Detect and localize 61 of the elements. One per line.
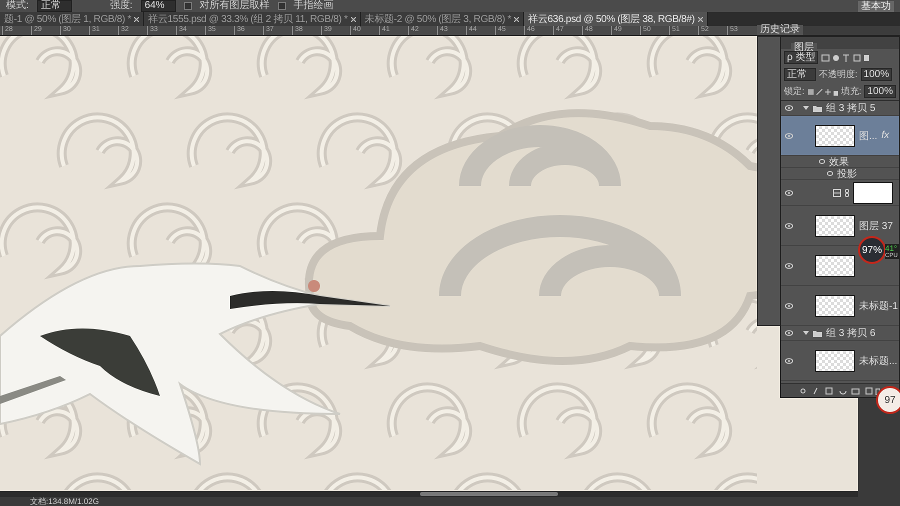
filter-dropdown[interactable]: ρ 类型 [784,51,818,64]
close-icon[interactable] [514,16,520,22]
layer-name: 图层 37 [859,220,893,232]
workspace-button[interactable]: 基本功 [858,0,894,12]
group-name: 组 3 拷贝 5 [826,102,876,115]
eye-icon[interactable] [785,105,793,111]
temperature-text: 41° [885,244,898,253]
eye-icon[interactable] [785,132,793,138]
fill-field[interactable]: 100% [864,85,896,98]
fill-label: 填充: [840,85,862,98]
checkbox[interactable] [278,2,286,10]
checkbox-label: 对所有图层取样 [200,0,270,12]
effect-name: 投影 [837,168,857,180]
layer-thumbnail [815,350,855,372]
document-size: 文档:134.8M/1.02G [30,496,99,506]
mode-dropdown[interactable]: 正常 [36,0,72,12]
opacity-label: 不透明度: [819,68,858,81]
layer-thumbnail [815,124,855,146]
layer-thumbnail [815,294,855,316]
folder-icon [813,104,822,112]
eye-icon[interactable] [785,302,793,308]
eye-icon[interactable] [785,262,793,268]
layer-thumbnail [815,214,855,236]
eye-icon[interactable] [785,190,793,196]
panel-tab[interactable]: 历史记录 [757,25,803,35]
effect-name: 效果 [829,156,849,168]
blend-mode-dropdown[interactable]: 正常 [784,68,816,81]
layer-name: 图... [859,130,878,142]
folder-icon [813,330,822,336]
close-icon[interactable] [698,16,703,22]
opacity-field[interactable]: 100% [860,68,892,81]
document-tab[interactable]: 未标题-2 @ 50% (图层 3, RGB/8) * [360,12,524,26]
eye-icon[interactable] [785,330,793,336]
document-tab[interactable]: 祥云1555.psd @ 33.3% (组 2 拷贝 11, RGB/8) * [144,12,361,26]
close-icon[interactable] [134,16,140,22]
memory-gauge: 97 [876,386,900,414]
document-tab[interactable]: 题-1 @ 50% (图层 1, RGB/8) * [0,12,144,26]
chain-icon [845,188,849,196]
lock-label: 锁定: [784,85,805,98]
filter-icons-drawing [821,54,872,62]
close-icon[interactable] [350,16,356,22]
scroll-bar[interactable] [0,491,858,497]
eye-icon[interactable] [819,159,825,164]
fx-icon: fx [881,130,890,141]
checkbox[interactable] [184,2,192,10]
caret-icon[interactable] [803,330,809,336]
mode-label: 模式: [6,0,29,12]
group-name: 组 3 拷贝 6 [826,327,876,340]
layer-name: 未标题... [859,354,898,368]
caret-icon[interactable] [803,105,809,111]
eye-icon[interactable] [827,171,833,176]
eye-icon[interactable] [785,358,793,364]
layer-thumbnail [815,254,855,276]
checkbox-label: 手指绘画 [294,0,334,12]
strength-field[interactable]: 64% [140,0,176,12]
eye-icon[interactable] [785,222,793,228]
lock-icons-drawing [808,88,838,96]
mask-thumbnail [853,182,893,204]
adjustment-icon [833,188,841,196]
layer-name: 未标题-1 [859,300,898,312]
document-tab[interactable]: 祥云636.psd @ 50% (图层 38, RGB/8#) [524,12,708,26]
